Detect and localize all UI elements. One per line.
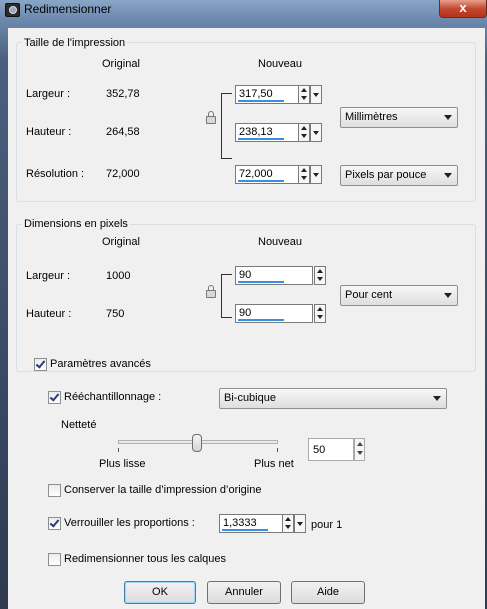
resample-method-value: Bi-cubique <box>224 392 276 404</box>
sharpness-min-label: Plus lisse <box>99 458 146 470</box>
sharpness-spinner[interactable] <box>354 438 365 461</box>
resolution-dropdown[interactable] <box>310 165 322 184</box>
pixel-height-label: Hauteur : <box>26 308 72 320</box>
pixel-width-arrows[interactable] <box>314 266 326 285</box>
resolution-unit-select[interactable]: Pixels par pouce <box>340 165 458 186</box>
resolution-unit-value: Pixels par pouce <box>345 169 427 181</box>
advanced-checkbox[interactable] <box>34 358 47 371</box>
print-width-original: 352,78 <box>106 88 140 100</box>
pixel-original-header: Original <box>102 236 140 248</box>
pixel-link-bracket <box>221 274 232 318</box>
print-new-header: Nouveau <box>258 58 303 70</box>
resample-method-select[interactable]: Bi-cubique <box>219 388 447 409</box>
ratio-arrows[interactable] <box>282 514 294 533</box>
ratio-value: 1,3333 <box>223 517 257 529</box>
pixel-width-value: 90 <box>239 269 252 281</box>
pixel-height-value: 90 <box>239 307 252 319</box>
resample-checkbox[interactable] <box>48 391 61 404</box>
sharpness-value-field[interactable]: 50 <box>308 438 354 461</box>
ratio-field[interactable]: 1,3333 <box>219 514 283 533</box>
sharpness-value: 50 <box>313 444 326 456</box>
resolution-value: 72,000 <box>239 168 273 180</box>
ratio-suffix: pour 1 <box>311 519 343 531</box>
resolution-original: 72,000 <box>106 168 140 180</box>
cancel-button[interactable]: Annuler <box>207 581 281 604</box>
print-height-arrows[interactable] <box>298 123 310 142</box>
slider-tick-min <box>118 448 119 452</box>
pixel-width-label: Largeur : <box>26 270 71 282</box>
resize-dialog: Redimensionner x Taille de l'impression … <box>0 0 487 609</box>
sharpness-max-label: Plus net <box>254 458 294 470</box>
keep-print-size-label: Conserver la taille d’impression d’origi… <box>64 484 262 496</box>
print-height-original: 264,58 <box>106 126 140 138</box>
resize-all-layers-label: Redimensionner tous les calques <box>64 553 227 565</box>
resample-label: Rééchantillonnage : <box>64 391 162 403</box>
print-width-dropdown[interactable] <box>310 85 322 104</box>
pixel-width-original: 1000 <box>106 270 131 282</box>
pixel-unit-select[interactable]: Pour cent <box>340 285 458 306</box>
print-unit-select[interactable]: Millimètres <box>340 107 458 128</box>
slider-tick-max <box>277 448 278 452</box>
camera-icon <box>5 3 20 17</box>
dialog-body: Taille de l'impression Original Nouveau … <box>8 28 485 609</box>
chevron-down-icon <box>444 293 452 298</box>
pixel-unit-value: Pour cent <box>345 289 393 301</box>
ok-button[interactable]: OK <box>124 581 196 604</box>
print-width-value: 317,50 <box>239 88 273 100</box>
lock-icon <box>206 285 216 298</box>
window-title: Redimensionner <box>24 2 112 16</box>
help-button[interactable]: Aide <box>291 581 365 604</box>
resolution-field[interactable]: 72,000 <box>235 165 299 184</box>
lock-ratio-label: Verrouiller les proportions : <box>64 517 195 529</box>
print-height-label: Hauteur : <box>26 126 72 138</box>
print-width-arrows[interactable] <box>298 85 310 104</box>
print-height-dropdown[interactable] <box>310 123 322 142</box>
sharpness-slider-thumb[interactable] <box>192 434 202 452</box>
print-height-value: 238,13 <box>239 126 273 138</box>
sharpness-label: Netteté <box>61 419 97 431</box>
pixel-width-field[interactable]: 90 <box>235 266 313 285</box>
lock-ratio-checkbox[interactable] <box>48 517 61 530</box>
keep-print-size-checkbox[interactable] <box>48 484 61 497</box>
resolution-arrows[interactable] <box>298 165 310 184</box>
pixel-height-arrows[interactable] <box>314 304 326 323</box>
lock-icon <box>206 111 216 124</box>
print-width-label: Largeur : <box>26 88 71 100</box>
print-size-group-label: Taille de l'impression <box>22 37 128 49</box>
pixel-new-header: Nouveau <box>258 236 303 248</box>
pixel-dimensions-group-label: Dimensions en pixels <box>22 218 130 230</box>
chevron-down-icon <box>433 396 441 401</box>
chevron-down-icon <box>444 173 452 178</box>
link-bracket <box>221 93 232 159</box>
resize-all-layers-checkbox[interactable] <box>48 553 61 566</box>
print-width-field[interactable]: 317,50 <box>235 85 299 104</box>
resolution-label: Résolution : <box>26 168 85 180</box>
print-unit-value: Millimètres <box>345 111 398 123</box>
close-button[interactable]: x <box>439 0 487 18</box>
title-bar: Redimensionner x <box>0 0 487 20</box>
chevron-down-icon <box>444 115 452 120</box>
pixel-height-field[interactable]: 90 <box>235 304 313 323</box>
pixel-height-original: 750 <box>106 308 125 320</box>
print-original-header: Original <box>102 58 140 70</box>
print-height-field[interactable]: 238,13 <box>235 123 299 142</box>
advanced-label: Paramètres avancés <box>50 358 151 370</box>
ratio-dropdown[interactable] <box>294 514 306 533</box>
